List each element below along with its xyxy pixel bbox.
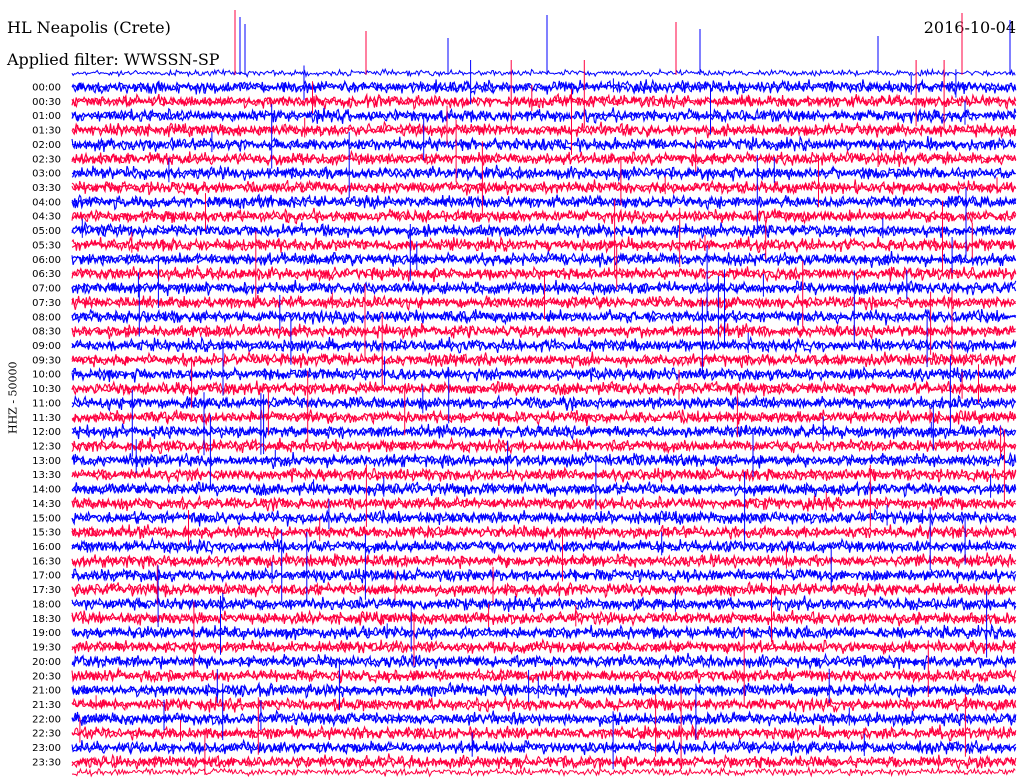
row-tick-label: 04:00 — [32, 197, 61, 208]
row-tick-label: 21:00 — [32, 686, 61, 697]
row-tick-label: 16:00 — [32, 542, 61, 553]
row-tick-label: 21:30 — [32, 700, 61, 711]
row-tick-label: 19:00 — [32, 628, 61, 639]
row-tick-label: 08:30 — [32, 327, 61, 338]
row-tick-label: 01:00 — [32, 111, 61, 122]
row-tick-label: 18:30 — [32, 614, 61, 625]
row-tick-label: 10:00 — [32, 370, 61, 381]
row-tick-label: 07:30 — [32, 298, 61, 309]
row-tick-label: 13:30 — [32, 470, 61, 481]
row-tick-label: 05:30 — [32, 241, 61, 252]
trace-band-1200 — [71, 424, 1017, 439]
row-tick-label: 02:00 — [32, 140, 61, 151]
post-trace — [71, 765, 1016, 778]
row-tick-label: 17:30 — [32, 585, 61, 596]
row-tick-label: 00:30 — [32, 97, 61, 108]
row-tick-label: 16:30 — [32, 556, 61, 567]
trace-band-0130 — [71, 122, 1017, 138]
row-tick-label: 02:30 — [32, 154, 61, 165]
row-tick-label: 22:30 — [32, 729, 61, 740]
row-tick-label: 09:00 — [32, 341, 61, 352]
pre-trace — [71, 67, 1016, 79]
row-tick-label: 01:30 — [32, 126, 61, 137]
row-tick-label: 10:30 — [32, 384, 61, 395]
row-tick-label: 19:30 — [32, 643, 61, 654]
row-tick-label: 15:00 — [32, 513, 61, 524]
row-tick-label: 15:30 — [32, 528, 61, 539]
row-tick-label: 14:00 — [32, 485, 61, 496]
row-tick-label: 22:00 — [32, 714, 61, 725]
row-tick-label: 11:00 — [32, 398, 61, 409]
row-tick-label: 00:00 — [32, 83, 61, 94]
row-tick-label: 13:00 — [32, 456, 61, 467]
trace-band-1830 — [71, 610, 1017, 626]
helicorder-plot: 00:00 00:30 01:00 01:30 02:00 02:30 03:00 03:30… — [32, 10, 1017, 778]
row-tick-label: 20:00 — [32, 657, 61, 668]
row-tick-label: 08:00 — [32, 312, 61, 323]
row-tick-label: 06:00 — [32, 255, 61, 266]
row-tick-label: 23:30 — [32, 757, 61, 768]
row-tick-label: 05:00 — [32, 226, 61, 237]
trace-group — [71, 67, 1017, 778]
row-tick-label: 11:30 — [32, 413, 61, 424]
row-tick-label: 06:30 — [32, 269, 61, 280]
row-tick-label: 20:30 — [32, 671, 61, 682]
filter-label: Applied filter: WWSSN-SP — [7, 50, 220, 69]
row-tick-label: 03:00 — [32, 169, 61, 180]
row-tick-label: 18:00 — [32, 600, 61, 611]
row-tick-label: 04:30 — [32, 212, 61, 223]
row-tick-labels: 00:00 00:30 01:00 01:30 02:00 02:30 03:00 03:30… — [32, 83, 61, 769]
row-tick-label: 23:00 — [32, 743, 61, 754]
trace-row-0130 — [71, 120, 1017, 139]
row-tick-label: 14:30 — [32, 499, 61, 510]
row-tick-label: 12:00 — [32, 427, 61, 438]
row-tick-label: 07:00 — [32, 284, 61, 295]
row-tick-label: 09:30 — [32, 355, 61, 366]
row-tick-label: 03:30 — [32, 183, 61, 194]
row-tick-label: 17:00 — [32, 571, 61, 582]
row-tick-label: 12:30 — [32, 442, 61, 453]
